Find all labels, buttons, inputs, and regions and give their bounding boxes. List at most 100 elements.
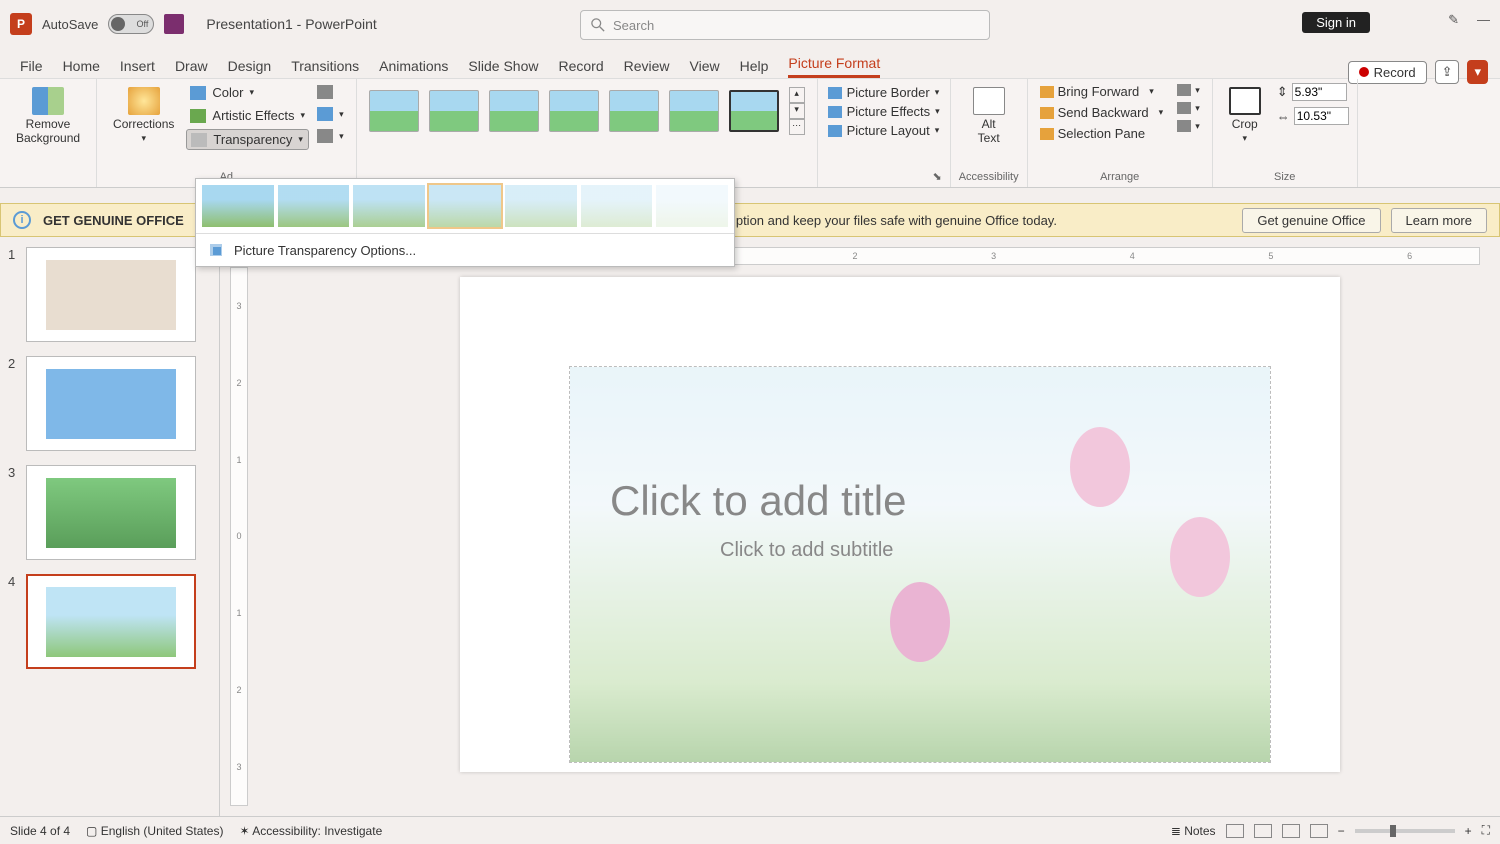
height-input[interactable] bbox=[1292, 83, 1347, 101]
remove-background-button[interactable]: Remove Background bbox=[8, 83, 88, 149]
slide-thumb-2[interactable] bbox=[26, 356, 196, 451]
compress-pictures-button[interactable] bbox=[313, 83, 348, 101]
zoom-out-button[interactable]: − bbox=[1338, 824, 1345, 838]
rotate-button[interactable]: ▾ bbox=[1173, 119, 1204, 133]
style-thumb-2[interactable] bbox=[429, 90, 479, 132]
notif-message: ption and keep your files safe with genu… bbox=[736, 213, 1057, 228]
search-box[interactable]: Search bbox=[580, 10, 990, 40]
sorter-view-button[interactable] bbox=[1254, 824, 1272, 838]
trans-preset-0[interactable] bbox=[202, 185, 274, 227]
transparency-button[interactable]: Transparency▾ bbox=[186, 129, 309, 150]
height-input-row: ⇕ bbox=[1277, 83, 1349, 101]
style-thumb-6[interactable] bbox=[669, 90, 719, 132]
send-backward-button[interactable]: Send Backward▾ bbox=[1036, 104, 1168, 121]
zoom-slider[interactable] bbox=[1355, 829, 1455, 833]
language-status[interactable]: ▢ English (United States) bbox=[86, 824, 223, 838]
picture-border-button[interactable]: Picture Border▾ bbox=[828, 85, 940, 100]
chevron-down-icon: ▾ bbox=[301, 110, 306, 121]
picture-effects-button[interactable]: Picture Effects▾ bbox=[828, 104, 940, 119]
slideshow-view-button[interactable] bbox=[1310, 824, 1328, 838]
transparency-options-button[interactable]: Picture Transparency Options... bbox=[196, 234, 734, 266]
notif-title: GET GENUINE OFFICE bbox=[43, 213, 184, 228]
ribbon-collapse-button[interactable]: ▾ bbox=[1467, 60, 1488, 84]
record-button[interactable]: Record bbox=[1348, 61, 1427, 84]
editor-area: 210123456 3210123 Click to add title Cli… bbox=[220, 237, 1500, 816]
minimize-icon[interactable]: — bbox=[1477, 12, 1490, 28]
trans-preset-1[interactable] bbox=[278, 185, 350, 227]
group-button[interactable]: ▾ bbox=[1173, 101, 1204, 115]
width-input[interactable] bbox=[1294, 107, 1349, 125]
normal-view-button[interactable] bbox=[1226, 824, 1244, 838]
reading-view-button[interactable] bbox=[1282, 824, 1300, 838]
tab-slideshow[interactable]: Slide Show bbox=[468, 58, 538, 78]
tab-insert[interactable]: Insert bbox=[120, 58, 155, 78]
zoom-in-button[interactable]: + bbox=[1465, 824, 1472, 838]
styles-dialog-launcher[interactable]: ⬊ bbox=[932, 168, 941, 183]
tab-design[interactable]: Design bbox=[228, 58, 272, 78]
slide-thumb-3[interactable] bbox=[26, 465, 196, 560]
style-thumb-3[interactable] bbox=[489, 90, 539, 132]
trans-preset-4[interactable] bbox=[505, 185, 577, 227]
tab-help[interactable]: Help bbox=[740, 58, 769, 78]
selected-picture[interactable] bbox=[570, 367, 1270, 762]
app-icon: P bbox=[10, 13, 32, 35]
window-controls: ✎ — bbox=[1448, 12, 1490, 28]
style-thumb-1[interactable] bbox=[369, 90, 419, 132]
align-button[interactable]: ▾ bbox=[1173, 83, 1204, 97]
corrections-button[interactable]: Corrections ▾ bbox=[105, 83, 182, 150]
save-icon[interactable] bbox=[164, 14, 184, 34]
picture-layout-button[interactable]: Picture Layout▾ bbox=[828, 123, 940, 138]
tab-transitions[interactable]: Transitions bbox=[291, 58, 359, 78]
group-picture-format: Picture Border▾ Picture Effects▾ Picture… bbox=[818, 79, 951, 187]
thumb-num-2: 2 bbox=[8, 356, 20, 451]
chevron-down-icon: ▾ bbox=[298, 134, 303, 145]
pen-icon[interactable]: ✎ bbox=[1448, 12, 1459, 28]
group-adjust: Corrections ▾ Color▾ Artistic Effects▾ T… bbox=[97, 79, 357, 187]
tab-review[interactable]: Review bbox=[624, 58, 670, 78]
gallery-scroll[interactable]: ▴▾⋯ bbox=[789, 87, 805, 135]
crop-button[interactable]: Crop ▾ bbox=[1221, 83, 1269, 148]
alt-text-button[interactable]: Alt Text bbox=[965, 83, 1013, 149]
tab-draw[interactable]: Draw bbox=[175, 58, 208, 78]
tab-picture-format[interactable]: Picture Format bbox=[788, 55, 880, 78]
trans-preset-3[interactable] bbox=[429, 185, 501, 227]
fit-to-window-button[interactable]: ⛶ bbox=[1482, 823, 1490, 838]
selection-pane-button[interactable]: Selection Pane bbox=[1036, 125, 1168, 142]
slide-canvas[interactable]: Click to add title Click to add subtitle bbox=[460, 277, 1340, 772]
autosave-toggle[interactable]: Off bbox=[108, 14, 154, 34]
tab-home[interactable]: Home bbox=[63, 58, 100, 78]
bring-forward-button[interactable]: Bring Forward▾ bbox=[1036, 83, 1168, 100]
autosave-label: AutoSave bbox=[42, 17, 98, 32]
ribbon-right-controls: Record ⇪ ▾ bbox=[1348, 60, 1488, 84]
subtitle-placeholder[interactable]: Click to add subtitle bbox=[720, 539, 893, 562]
slide-thumb-1[interactable] bbox=[26, 247, 196, 342]
tab-view[interactable]: View bbox=[690, 58, 720, 78]
slide-counter[interactable]: Slide 4 of 4 bbox=[10, 824, 70, 838]
tab-file[interactable]: File bbox=[20, 58, 43, 78]
trans-preset-2[interactable] bbox=[353, 185, 425, 227]
notes-button[interactable]: ≣ Notes bbox=[1171, 824, 1216, 838]
style-thumb-7[interactable] bbox=[729, 90, 779, 132]
slide-thumb-4[interactable] bbox=[26, 574, 196, 669]
ribbon: Remove Background Corrections ▾ Color▾ A… bbox=[0, 78, 1500, 188]
tab-animations[interactable]: Animations bbox=[379, 58, 448, 78]
accessibility-status[interactable]: ✶ Accessibility: Investigate bbox=[239, 824, 382, 838]
transparency-presets bbox=[196, 179, 734, 234]
group-arrange: Bring Forward▾ Send Backward▾ Selection … bbox=[1028, 79, 1213, 187]
signin-button[interactable]: Sign in bbox=[1302, 12, 1370, 33]
share-button[interactable]: ⇪ bbox=[1435, 60, 1460, 84]
trans-preset-5[interactable] bbox=[581, 185, 653, 227]
color-button[interactable]: Color▾ bbox=[186, 83, 309, 102]
artistic-effects-button[interactable]: Artistic Effects▾ bbox=[186, 106, 309, 125]
get-genuine-button[interactable]: Get genuine Office bbox=[1242, 208, 1380, 233]
trans-preset-6[interactable] bbox=[656, 185, 728, 227]
style-thumb-4[interactable] bbox=[549, 90, 599, 132]
style-thumb-5[interactable] bbox=[609, 90, 659, 132]
learn-more-button[interactable]: Learn more bbox=[1391, 208, 1487, 233]
title-placeholder[interactable]: Click to add title bbox=[610, 477, 906, 525]
picture-styles-gallery[interactable]: ▴▾⋯ bbox=[365, 83, 809, 139]
ribbon-tabs: File Home Insert Draw Design Transitions… bbox=[0, 48, 1500, 78]
change-picture-button[interactable]: ▾ bbox=[313, 105, 348, 123]
reset-picture-button[interactable]: ▾ bbox=[313, 127, 348, 145]
tab-record[interactable]: Record bbox=[558, 58, 603, 78]
